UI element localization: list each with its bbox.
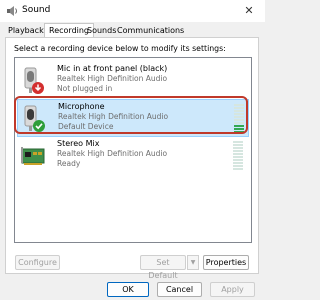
- level-segment: [233, 141, 243, 143]
- level-segment: [233, 147, 243, 149]
- set-default-dropdown-icon[interactable]: ▼: [187, 255, 199, 270]
- selection-highlight-outline: [14, 96, 248, 134]
- window-title: Sound: [22, 5, 51, 15]
- close-button[interactable]: ✕: [238, 2, 260, 20]
- level-meter: [233, 141, 243, 171]
- microphone-unplugged-icon: [24, 67, 44, 94]
- device-item-mic-front[interactable]: Mic in at front panel (black) Realtek Hi…: [17, 62, 249, 100]
- tab-strip: Playback Recording Sounds Communications: [0, 22, 265, 38]
- level-segment: [233, 156, 243, 158]
- device-driver: Realtek High Definition Audio: [57, 74, 168, 83]
- device-name: Mic in at front panel (black): [57, 64, 168, 73]
- properties-button[interactable]: Properties: [203, 255, 249, 270]
- set-default-button[interactable]: Set Default: [140, 255, 186, 280]
- sound-card-icon: [21, 147, 45, 165]
- tab-sounds[interactable]: Sounds: [87, 26, 116, 35]
- device-driver: Realtek High Definition Audio: [57, 149, 168, 158]
- device-status: Not plugged in: [57, 84, 113, 93]
- device-list[interactable]: Mic in at front panel (black) Realtek Hi…: [14, 57, 252, 243]
- level-segment: [233, 150, 243, 152]
- tab-playback[interactable]: Playback: [8, 26, 44, 35]
- device-status: Ready: [57, 159, 81, 168]
- level-segment: [233, 162, 243, 164]
- level-segment: [233, 144, 243, 146]
- apply-button[interactable]: Apply: [210, 282, 255, 297]
- level-segment: [233, 153, 243, 155]
- ok-button[interactable]: OK: [107, 282, 149, 297]
- device-name: Stereo Mix: [57, 139, 100, 148]
- level-segment: [233, 168, 243, 170]
- instruction-text: Select a recording device below to modif…: [14, 44, 226, 53]
- level-segment: [233, 159, 243, 161]
- configure-button[interactable]: Configure: [15, 255, 60, 270]
- device-text: Mic in at front panel (black) Realtek Hi…: [57, 64, 167, 94]
- level-segment: [233, 165, 243, 167]
- speaker-icon: [7, 6, 17, 16]
- device-item-stereo-mix[interactable]: Stereo Mix Realtek High Definition Audio…: [17, 137, 249, 175]
- title-bar: Sound ✕: [0, 0, 265, 22]
- cancel-button[interactable]: Cancel: [157, 282, 202, 297]
- tab-communications[interactable]: Communications: [117, 26, 184, 35]
- device-text: Stereo Mix Realtek High Definition Audio…: [57, 139, 167, 169]
